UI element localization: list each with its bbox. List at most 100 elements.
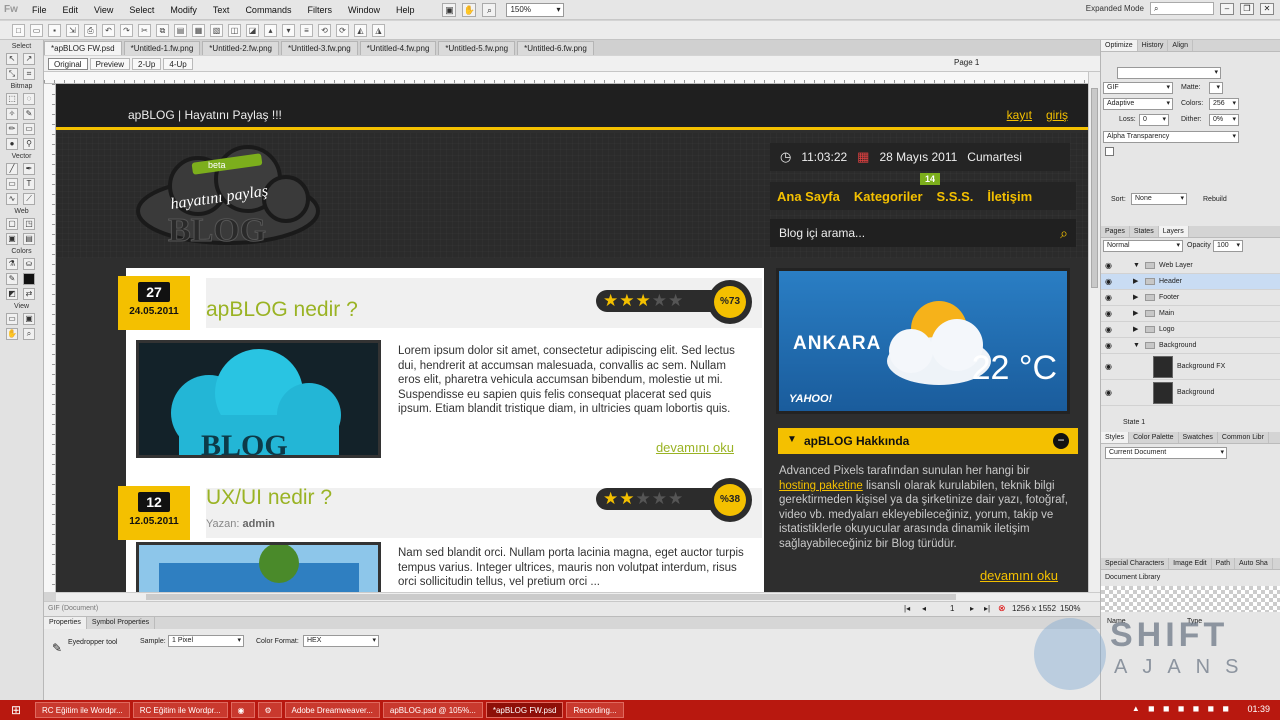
about-read-more-link[interactable]: devamını oku [980,568,1058,583]
screen-mode-icon[interactable]: ▭ [6,313,18,325]
eraser-tool-icon[interactable]: ▭ [23,123,35,135]
post-thumbnail[interactable] [136,542,381,592]
open-file-icon[interactable]: ▭ [30,24,43,37]
post-thumbnail[interactable]: BLOG [136,340,381,458]
loss-input[interactable]: 0 [1139,114,1169,126]
post-title[interactable]: apBLOG nedir ? [206,298,358,322]
expand-icon[interactable]: ▼ [1133,258,1140,274]
rotate-right-icon[interactable]: ⟳ [336,24,349,37]
layer-row[interactable]: ◉▶Header [1101,274,1280,290]
subselect-tool-icon[interactable]: ↗ [23,53,35,65]
document-canvas[interactable]: apBLOG | Hayatını Paylaş !!! kayıt giriş… [56,84,1088,592]
ungroup-icon[interactable]: ▧ [210,24,223,37]
save-icon[interactable]: ▪ [48,24,61,37]
cut-icon[interactable]: ✂ [138,24,151,37]
fill-color-icon[interactable] [23,273,35,285]
opacity-input[interactable]: 100 [1213,240,1243,252]
chrome-icon[interactable]: ◉ [231,702,255,718]
doc-tab[interactable]: *Untitled-5.fw.png [438,41,515,55]
color-format-select[interactable]: HEX [303,635,379,647]
group-icon[interactable]: ▦ [192,24,205,37]
line-tool-icon[interactable]: ╱ [6,163,18,175]
doc-tab[interactable]: *Untitled-3.fw.png [281,41,358,55]
star-icon[interactable]: ★ [636,291,651,311]
layer-row[interactable]: ◉▼Background [1101,338,1280,354]
vertical-scroll-thumb[interactable] [1091,88,1098,288]
star-icon[interactable]: ★ [636,489,651,509]
menu-select[interactable]: Select [121,5,162,15]
zoom-tool-icon[interactable]: ⌕ [482,3,496,17]
nav-contact[interactable]: İletişim [980,189,1039,204]
scale-tool-icon[interactable]: ⤡ [6,68,18,80]
menu-file[interactable]: File [24,5,55,15]
stroke-color-icon[interactable]: ✎ [6,273,18,285]
tab-swatches[interactable]: Swatches [1179,432,1218,443]
brush-tool-icon[interactable]: ✎ [23,108,35,120]
doc-tab[interactable]: *Untitled-4.fw.png [360,41,437,55]
import-icon[interactable]: ⇲ [66,24,79,37]
knife-tool-icon[interactable]: ⟋ [23,193,35,205]
tab-color-palette[interactable]: Color Palette [1129,432,1178,443]
tab-states[interactable]: States [1130,226,1159,237]
blur-tool-icon[interactable]: ● [6,138,18,150]
expand-icon[interactable]: ▶ [1133,306,1138,322]
rebuild-button[interactable]: Rebuild [1203,196,1227,203]
layer-row[interactable]: ◉▼Web Layer [1101,258,1280,274]
lasso-tool-icon[interactable]: ◌ [23,93,35,105]
hand-tool-icon[interactable]: ✋ [462,3,476,17]
join-icon[interactable]: ◫ [228,24,241,37]
bridge-icon[interactable]: ▣ [442,3,456,17]
task-button[interactable]: *apBLOG FW.psd [486,702,564,718]
system-tray-icons[interactable]: ▲ ◼ ◼ ◼ ◼ ◼ ◼ [1132,704,1232,713]
doc-tab[interactable]: *Untitled-6.fw.png [517,41,594,55]
redo-icon[interactable]: ↷ [120,24,133,37]
slice-tool-icon[interactable]: ◳ [23,218,35,230]
zoom-select[interactable]: 150% [506,3,564,17]
restore-icon[interactable]: ❐ [1240,3,1254,15]
settings-icon[interactable]: ⚙ [258,702,282,718]
bring-front-icon[interactable]: ▴ [264,24,277,37]
palette-select[interactable]: Adaptive [1103,98,1173,110]
freeform-tool-icon[interactable]: ∿ [6,193,18,205]
document-library-tab[interactable]: Document Library [1105,574,1160,581]
tab-pages[interactable]: Pages [1101,226,1130,237]
flip-horizontal-icon[interactable]: ◭ [354,24,367,37]
hotspot-tool-icon[interactable]: ▢ [6,218,18,230]
tab-properties[interactable]: Properties [44,617,87,629]
task-button[interactable]: Adobe Dreamweaver... [285,702,380,718]
tab-history[interactable]: History [1138,40,1169,51]
expand-icon[interactable]: ▶ [1133,274,1138,290]
nav-categories[interactable]: Kategoriler [847,189,930,204]
magic-wand-icon[interactable]: ✧ [6,108,18,120]
horizontal-scroll-thumb[interactable] [146,594,956,600]
tab-layers[interactable]: Layers [1159,226,1189,237]
pointer-tool-icon[interactable]: ↖ [6,53,18,65]
menu-edit[interactable]: Edit [55,5,87,15]
star-icon[interactable]: ★ [652,489,667,509]
default-colors-icon[interactable]: ◩ [6,288,18,300]
register-link[interactable]: kayıt [1007,108,1032,122]
tab-symbol-properties[interactable]: Symbol Properties [87,617,155,629]
eye-icon[interactable]: ◉ [1105,380,1112,406]
minus-icon[interactable]: − [1053,433,1069,449]
tab-path[interactable]: Path [1212,558,1235,569]
print-icon[interactable]: ⎙ [84,24,97,37]
close-icon[interactable]: ✕ [1260,3,1274,15]
marquee-tool-icon[interactable]: ⬚ [6,93,18,105]
tab-common-library[interactable]: Common Libr [1218,432,1269,443]
star-icon[interactable]: ★ [668,489,683,509]
export-format-select[interactable]: GIF [1103,82,1173,94]
eye-icon[interactable]: ◉ [1105,290,1112,306]
layer-row[interactable]: ◉Background FX [1101,354,1280,380]
zoom-icon[interactable]: ⌕ [23,328,35,340]
start-icon[interactable]: ⊞ [0,701,32,719]
tab-auto-shapes[interactable]: Auto Sha [1235,558,1273,569]
site-search-input[interactable]: Blog içi arama... ⌕ [770,219,1076,247]
expand-icon[interactable]: ▼ [1133,338,1140,354]
tab-image-edit[interactable]: Image Edit [1169,558,1211,569]
canvas-horizontal-scrollbar[interactable] [56,592,1100,601]
paste-icon[interactable]: ▤ [174,24,187,37]
eye-icon[interactable]: ◉ [1105,306,1112,322]
paint-bucket-icon[interactable]: ⛀ [23,258,35,270]
author-name[interactable]: admin [243,518,275,530]
